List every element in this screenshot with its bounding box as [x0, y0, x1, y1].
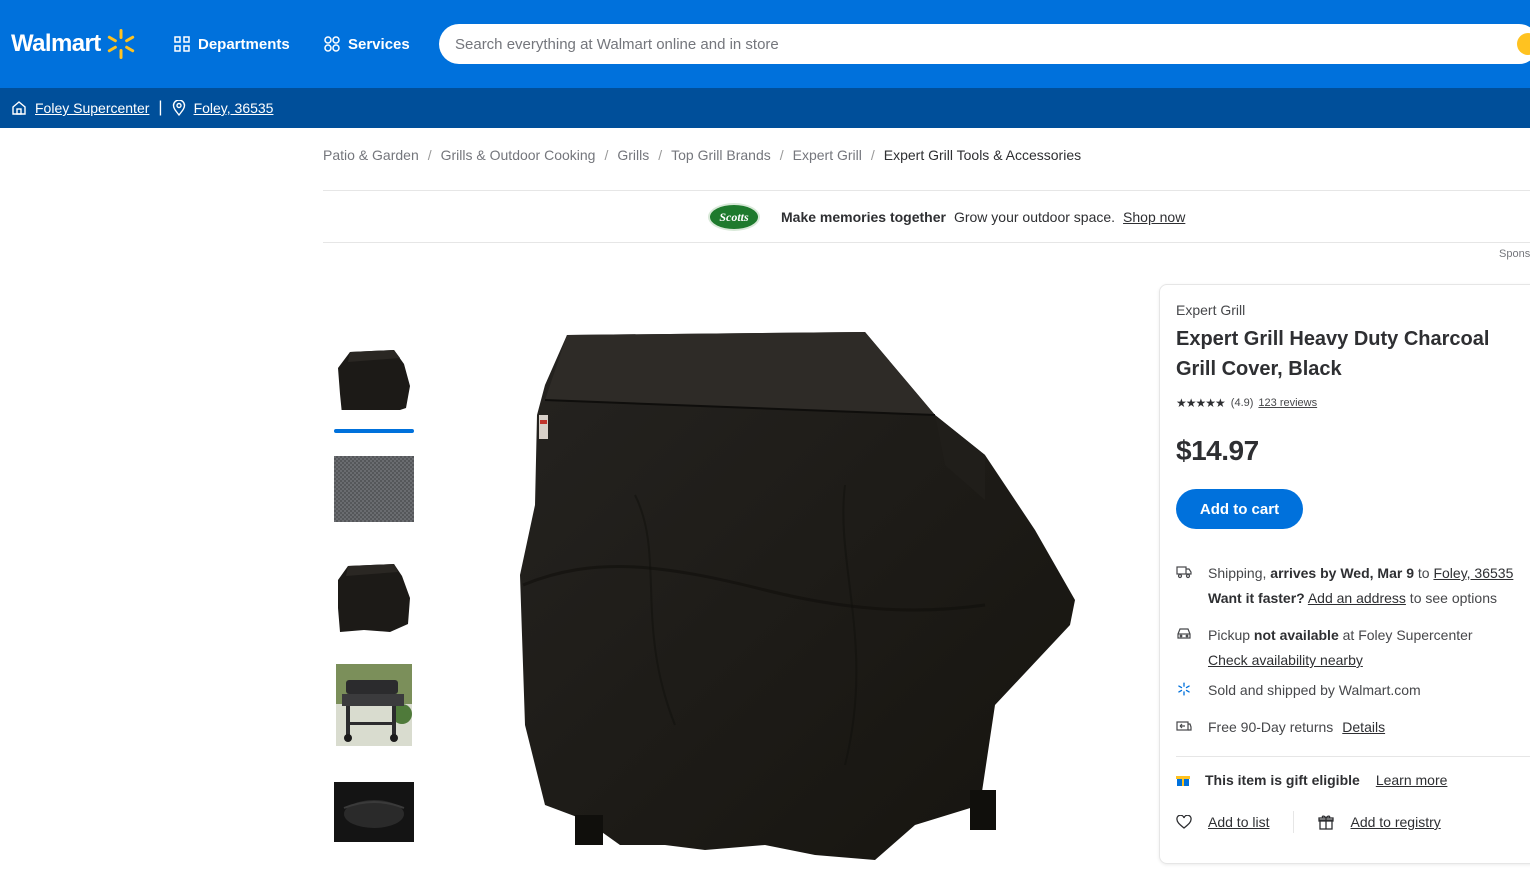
divider	[323, 242, 1530, 243]
car-icon	[1177, 628, 1191, 639]
pickup-row: Pickup not available at Foley Supercente…	[1176, 623, 1473, 673]
search-button[interactable]	[1517, 33, 1530, 55]
add-to-cart-button[interactable]: Add to cart	[1176, 489, 1303, 529]
add-to-list-link[interactable]: Add to list	[1208, 814, 1269, 830]
grill-cover-thumb-image	[338, 350, 410, 410]
grill-cover-thumb-image	[338, 564, 410, 632]
scotts-logo: Scotts	[708, 203, 760, 231]
gift-eligible-text: This item is gift eligible	[1205, 772, 1360, 788]
thumbnail-2[interactable]	[334, 456, 414, 522]
promo-banner[interactable]: Scotts Make memories together Grow your …	[708, 203, 1185, 231]
departments-button[interactable]: Departments	[174, 32, 290, 56]
breadcrumb-item[interactable]: Grills & Outdoor Cooking	[441, 147, 596, 163]
add-to-registry-link[interactable]: Add to registry	[1350, 814, 1440, 830]
thumbnail-3[interactable]	[334, 562, 414, 634]
walmart-logo[interactable]: Walmart	[11, 26, 137, 62]
location-separator: |	[158, 99, 163, 116]
rating-value: (4.9)	[1230, 397, 1254, 409]
reviews-link[interactable]: 123 reviews	[1258, 397, 1317, 409]
promo-headline: Make memories together	[781, 209, 946, 225]
product-rating[interactable]: ★★★★★ (4.9) 123 reviews	[1176, 396, 1317, 410]
star-rating-icon: ★★★★★	[1176, 396, 1226, 410]
departments-label: Departments	[198, 35, 290, 53]
thumbnail-selected-indicator	[334, 429, 414, 433]
breadcrumb-item[interactable]: Patio & Garden	[323, 147, 419, 163]
grill-lifestyle-thumb-image	[336, 664, 412, 746]
breadcrumb-current[interactable]: Expert Grill Tools & Accessories	[884, 147, 1081, 163]
gift-learn-more-link[interactable]: Learn more	[1376, 772, 1448, 788]
thumbnail-4[interactable]	[336, 664, 412, 746]
search-bar	[439, 24, 1530, 64]
registry-gift-icon	[1318, 815, 1335, 830]
spark-icon	[107, 29, 134, 59]
arrival-date: arrives by Wed, Mar 9	[1270, 565, 1414, 581]
breadcrumb-item[interactable]: Expert Grill	[793, 147, 862, 163]
add-address-link[interactable]: Add an address	[1308, 590, 1406, 606]
truck-icon	[1176, 566, 1192, 579]
services-label: Services	[348, 35, 410, 53]
pickup-status: not available	[1253, 627, 1339, 643]
sold-by-text: Sold and shipped by Walmart.com	[1208, 682, 1421, 698]
location-bar: Foley Supercenter | Foley, 36535	[0, 88, 1530, 128]
returns-text: Free 90-Day returns	[1208, 719, 1334, 735]
walmart-spark-icon	[1178, 682, 1190, 696]
product-main-image[interactable]	[515, 325, 1080, 865]
thumbnail-1[interactable]	[334, 344, 414, 410]
top-header: Walmart Departments Services	[0, 0, 1530, 88]
list-registry-row: Add to list Add to registry	[1176, 811, 1441, 833]
divider	[1176, 756, 1530, 757]
product-title: Expert Grill Heavy Duty Charcoal Grill C…	[1176, 328, 1490, 380]
zip-link[interactable]: Foley, 36535	[194, 100, 274, 116]
buy-box: Expert Grill Expert Grill Heavy Duty Cha…	[1159, 284, 1530, 864]
promo-text: Grow your outdoor space.	[953, 209, 1116, 225]
promo-shop-now-link[interactable]: Shop now	[1123, 209, 1185, 225]
returns-details-link[interactable]: Details	[1342, 715, 1385, 740]
breadcrumb-item[interactable]: Grills	[617, 147, 649, 163]
check-availability-link[interactable]: Check availability nearby	[1208, 652, 1363, 668]
shipping-zip-link[interactable]: Foley, 36535	[1433, 565, 1513, 581]
heart-icon	[1176, 815, 1192, 829]
grid-icon	[174, 36, 190, 52]
services-button[interactable]: Services	[324, 32, 410, 56]
gift-row: This item is gift eligible Learn more	[1176, 772, 1447, 788]
divider	[323, 190, 1530, 191]
product-brand-link[interactable]: Expert Grill	[1176, 302, 1245, 318]
cover-closeup-thumb-image	[334, 782, 414, 842]
fabric-texture-thumb-image	[334, 456, 414, 522]
returns-icon	[1176, 721, 1192, 731]
location-pin-icon	[172, 100, 185, 116]
search-input[interactable]	[455, 35, 1455, 53]
product-price: $14.97	[1176, 435, 1259, 466]
sponsored-label: Spons	[1499, 248, 1530, 260]
thumbnail-5[interactable]	[334, 782, 414, 842]
store-icon	[12, 101, 26, 115]
sold-by-row: Sold and shipped by Walmart.com	[1176, 678, 1421, 703]
shipping-row: Shipping, arrives by Wed, Mar 9 to Foley…	[1176, 561, 1513, 611]
breadcrumb: Patio & Garden / Grills & Outdoor Cookin…	[323, 147, 1082, 163]
breadcrumb-item[interactable]: Top Grill Brands	[671, 147, 771, 163]
returns-row: Free 90-Day returns Details	[1176, 715, 1385, 740]
services-icon	[324, 36, 340, 52]
logo-text: Walmart	[11, 30, 101, 57]
store-link[interactable]: Foley Supercenter	[35, 100, 149, 116]
gift-icon	[1176, 776, 1190, 786]
